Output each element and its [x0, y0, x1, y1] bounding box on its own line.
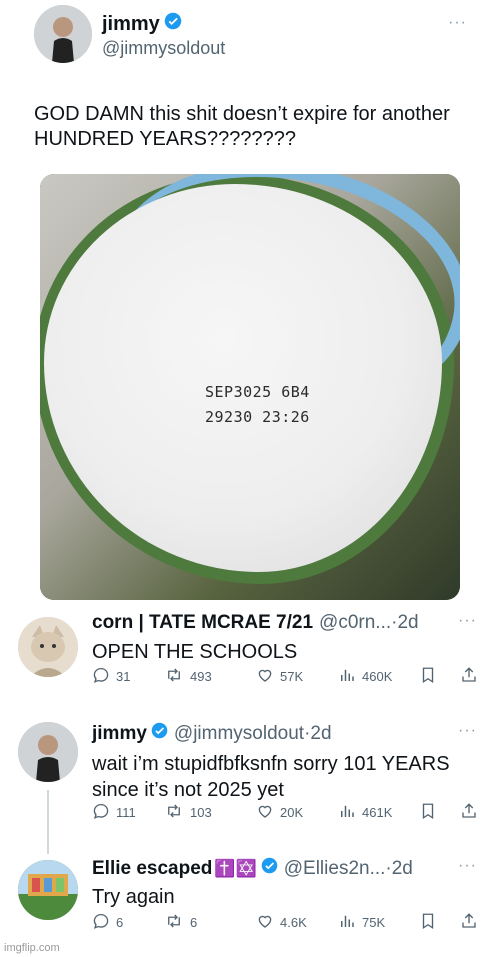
like-button[interactable]: 4.6K — [256, 912, 307, 933]
like-icon — [256, 666, 274, 687]
more-icon[interactable]: ··· — [448, 14, 467, 32]
views-button[interactable]: 461K — [338, 802, 392, 823]
bookmark-icon — [420, 912, 436, 933]
reply-text: OPEN THE SCHOOLS — [92, 641, 298, 663]
reply-icon — [92, 802, 110, 823]
share-icon — [460, 666, 478, 687]
display-name[interactable]: corn | TATE MCRAE 7/21 — [92, 612, 313, 634]
reply-text: wait i’m stupidfbfksnfn sorry 101 YEARS … — [92, 753, 450, 801]
avatar[interactable] — [18, 722, 78, 782]
watermark: imgflip.com — [4, 942, 60, 954]
expiry-stamp: SEP3025 6B4 29230 23:26 — [205, 380, 310, 430]
reply-icon — [92, 666, 110, 687]
repost-button[interactable]: 6 — [164, 912, 197, 933]
reply-text: Try again — [92, 886, 175, 908]
more-icon[interactable]: ··· — [458, 612, 477, 630]
verified-badge-icon — [151, 722, 168, 745]
more-icon[interactable]: ··· — [458, 722, 477, 740]
repost-count: 493 — [190, 668, 212, 684]
reply-count: 111 — [116, 804, 136, 820]
repost-icon — [164, 666, 184, 687]
bookmark-button[interactable] — [420, 802, 436, 823]
like-count: 20K — [280, 804, 304, 820]
like-count: 4.6K — [280, 914, 307, 930]
share-button[interactable] — [460, 912, 478, 933]
avatar[interactable] — [18, 860, 78, 920]
repost-count: 103 — [190, 804, 212, 820]
reply-button[interactable]: 31 — [92, 666, 130, 687]
handle-time[interactable]: @Ellies2n...·2d — [284, 858, 413, 880]
repost-button[interactable]: 493 — [164, 666, 212, 687]
display-name[interactable]: jimmy — [102, 13, 160, 36]
stamp-line-2: 29230 23:26 — [205, 408, 310, 426]
verified-badge-icon — [261, 857, 278, 880]
share-icon — [460, 912, 478, 933]
views-icon — [338, 912, 356, 933]
bookmark-button[interactable] — [420, 912, 436, 933]
verified-badge-icon — [164, 12, 182, 36]
avatar[interactable] — [18, 617, 78, 677]
main-post: jimmy @jimmysoldout ··· GOD DAMN this sh… — [0, 0, 500, 610]
views-button[interactable]: 460K — [338, 666, 392, 687]
author-name-row: jimmy — [102, 12, 182, 36]
repost-icon — [164, 802, 184, 823]
reply-button[interactable]: 111 — [92, 802, 136, 823]
author-name-row: jimmy @jimmysoldout·2d — [92, 722, 332, 745]
like-icon — [256, 912, 274, 933]
like-icon — [256, 802, 274, 823]
more-icon[interactable]: ··· — [458, 857, 477, 875]
author-name-row: corn | TATE MCRAE 7/21 @c0rn...·2d — [92, 612, 419, 634]
reply-count: 31 — [116, 668, 131, 684]
like-button[interactable]: 57K — [256, 666, 303, 687]
reply-button[interactable]: 6 — [92, 912, 123, 933]
repost-icon — [164, 912, 184, 933]
bookmark-icon — [420, 802, 436, 823]
bookmark-button[interactable] — [420, 666, 436, 687]
share-button[interactable] — [460, 666, 478, 687]
share-icon — [460, 802, 478, 823]
post-text: GOD DAMN this shit doesn’t expire for an… — [34, 103, 450, 150]
thread-line — [47, 790, 49, 854]
reply-count: 6 — [116, 914, 124, 930]
avatar[interactable] — [34, 5, 92, 63]
views-icon — [338, 666, 356, 687]
repost-button[interactable]: 103 — [164, 802, 212, 823]
post-image[interactable]: SEP3025 6B4 29230 23:26 — [40, 174, 460, 600]
handle-time[interactable]: @jimmysoldout·2d — [174, 723, 332, 745]
display-name[interactable]: Ellie escaped — [92, 858, 212, 880]
views-button[interactable]: 75K — [338, 912, 385, 933]
reply-icon — [92, 912, 110, 933]
views-count: 460K — [362, 668, 393, 684]
views-icon — [338, 802, 356, 823]
like-count: 57K — [280, 668, 304, 684]
repost-count: 6 — [190, 914, 198, 930]
bookmark-icon — [420, 666, 436, 687]
like-button[interactable]: 20K — [256, 802, 303, 823]
stamp-line-1: SEP3025 6B4 — [205, 383, 310, 401]
views-count: 461K — [362, 804, 393, 820]
display-name[interactable]: jimmy — [92, 723, 147, 745]
views-count: 75K — [362, 914, 386, 930]
handle[interactable]: @jimmysoldout — [102, 38, 225, 59]
handle-time[interactable]: @c0rn...·2d — [319, 612, 419, 634]
author-name-row: Ellie escaped ✝️✡️ @Ellies2n...·2d — [92, 857, 413, 880]
share-button[interactable] — [460, 802, 478, 823]
emoji-badges: ✝️✡️ — [214, 858, 257, 878]
